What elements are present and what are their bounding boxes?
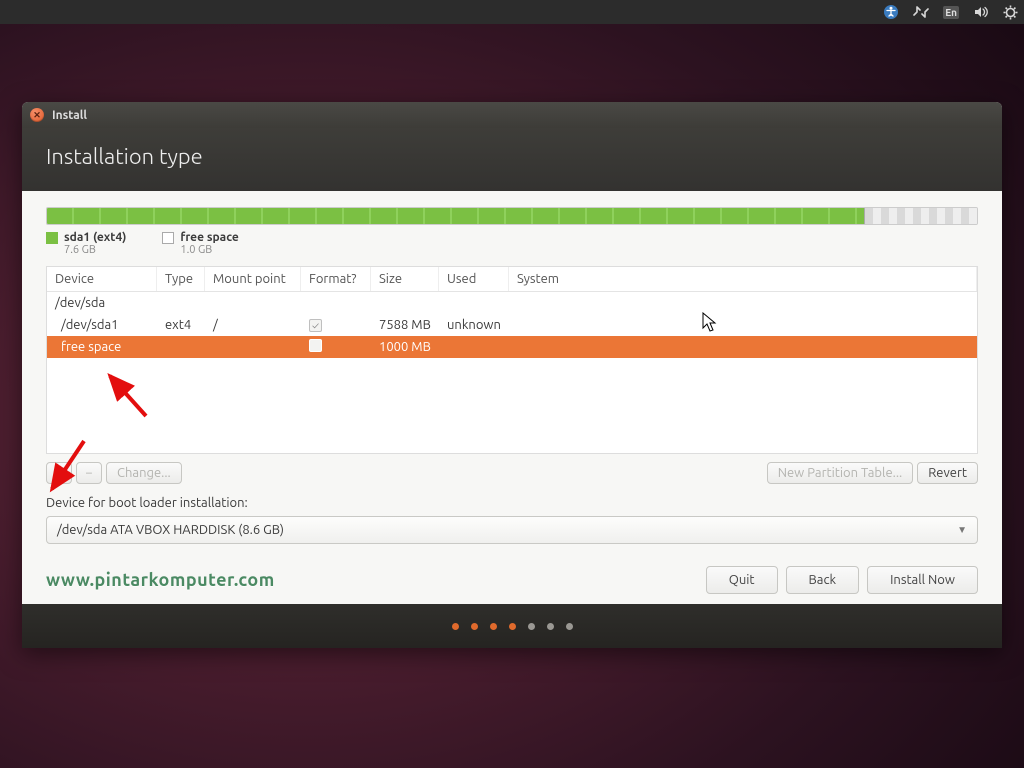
format-checkbox[interactable] — [309, 319, 322, 332]
partition-usage-bar[interactable] — [46, 207, 978, 225]
network-icon[interactable] — [913, 5, 929, 19]
window-titlebar[interactable]: ✕ Install — [22, 102, 1002, 128]
legend-item-free: free space 1.0 GB — [162, 231, 238, 256]
system-menu-icon[interactable] — [1003, 5, 1018, 20]
installer-window: ✕ Install Installation type sda1 (ext4) … — [22, 102, 1002, 648]
cursor-icon — [702, 312, 718, 334]
partition-table[interactable]: Device Type Mount point Format? Size Use… — [46, 266, 978, 454]
page-dot[interactable] — [528, 623, 535, 630]
window-title: Install — [52, 109, 87, 122]
footer: www.pintarkomputer.com Quit Back Install… — [46, 544, 978, 604]
remove-partition-button[interactable]: − — [76, 462, 102, 484]
accessibility-icon[interactable] — [883, 4, 899, 20]
page-header: Installation type — [22, 128, 1002, 191]
watermark-text: www.pintarkomputer.com — [46, 570, 698, 590]
top-panel: En — [0, 0, 1024, 24]
bootloader-label: Device for boot loader installation: — [46, 496, 978, 510]
table-header: Device Type Mount point Format? Size Use… — [47, 267, 977, 292]
page-dot[interactable] — [566, 623, 573, 630]
change-partition-button[interactable]: Change... — [106, 462, 182, 484]
page-dot[interactable] — [490, 623, 497, 630]
chevron-down-icon: ▼ — [957, 524, 967, 536]
page-dot[interactable] — [547, 623, 554, 630]
page-title: Installation type — [46, 144, 203, 169]
add-partition-button[interactable]: + — [46, 462, 72, 484]
revert-button[interactable]: Revert — [917, 462, 978, 484]
page-dot[interactable] — [509, 623, 516, 630]
volume-icon[interactable] — [973, 5, 989, 19]
table-row[interactable]: /dev/sda — [47, 292, 977, 314]
partition-seg-free[interactable] — [865, 208, 977, 224]
page-dot[interactable] — [471, 623, 478, 630]
table-row[interactable]: /dev/sda1 ext4 / 7588 MB unknown — [47, 314, 977, 336]
language-indicator[interactable]: En — [943, 6, 959, 19]
partition-toolbar: + − Change... New Partition Table... Rev… — [46, 462, 978, 484]
legend-swatch-green — [46, 232, 58, 244]
back-button[interactable]: Back — [786, 566, 860, 594]
new-partition-table-button[interactable]: New Partition Table... — [767, 462, 914, 484]
partition-seg-sda1[interactable] — [47, 208, 865, 224]
partition-legend: sda1 (ext4) 7.6 GB free space 1.0 GB — [46, 231, 978, 256]
window-close-button[interactable]: ✕ — [30, 108, 44, 122]
legend-swatch-grey — [162, 232, 174, 244]
format-checkbox[interactable] — [309, 339, 322, 352]
bootloader-value: /dev/sda ATA VBOX HARDDISK (8.6 GB) — [57, 523, 284, 537]
bootloader-select[interactable]: /dev/sda ATA VBOX HARDDISK (8.6 GB) ▼ — [46, 516, 978, 544]
slideshow-dots — [22, 604, 1002, 648]
table-row[interactable]: free space 1000 MB — [47, 336, 977, 358]
legend-item-sda1: sda1 (ext4) 7.6 GB — [46, 231, 126, 256]
page-dot[interactable] — [452, 623, 459, 630]
install-now-button[interactable]: Install Now — [867, 566, 978, 594]
quit-button[interactable]: Quit — [706, 566, 778, 594]
